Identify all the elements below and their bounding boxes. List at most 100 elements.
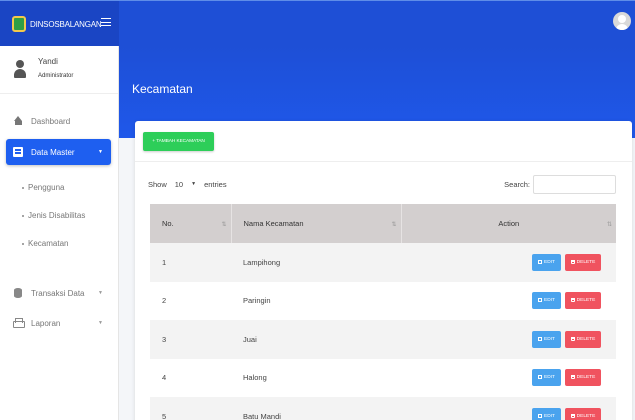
user-role: Administrator (38, 73, 74, 79)
row-kecamatan-name: Juai (243, 334, 257, 344)
row-number: 4 (162, 373, 167, 383)
delete-label: DELETE (576, 375, 596, 381)
column-header-nama-kecamatan[interactable]: Nama Kecamatan ⇅ (231, 204, 402, 243)
sort-icon: ⇅ (221, 222, 227, 228)
sidebar: Yandi Administrator Dashboard Data Maste… (0, 46, 119, 420)
row-number: 2 (162, 296, 167, 306)
delete-button[interactable]: DELETE (565, 369, 601, 387)
edit-label: EDIT (544, 375, 555, 381)
logo-icon (12, 16, 26, 32)
edit-label: EDIT (544, 336, 555, 342)
delete-label: DELETE (576, 336, 596, 342)
edit-label: EDIT (544, 298, 555, 304)
delete-label: DELETE (576, 298, 596, 304)
table-row: 1 Lampihong EDIT DELETE (150, 243, 616, 282)
caret-down-icon: ▼ (98, 290, 103, 296)
sidebar-item-transaksi-data[interactable]: Transaksi Data ▼ (6, 282, 111, 304)
user-name: Yandi (38, 57, 58, 66)
trash-icon (570, 413, 575, 418)
sidebar-item-label: Transaksi Data (31, 288, 85, 298)
column-header-label: Nama Kecamatan (243, 219, 304, 228)
row-kecamatan-name: Lampihong (243, 257, 281, 267)
trash-icon (570, 375, 575, 380)
entries-length-control: Show 10 ▼ entries (148, 178, 227, 190)
table-row: 4 Halong EDIT DELETE (150, 358, 616, 398)
column-header-label: No. (162, 219, 174, 228)
kecamatan-card: + TAMBAH KECAMATAN Show 10 ▼ entries Sea… (135, 121, 632, 420)
table-row: 2 Paringin EDIT DELETE (150, 281, 616, 321)
add-button-label: TAMBAH KECAMATAN (156, 139, 205, 144)
trash-icon (570, 298, 575, 303)
sidebar-item-dashboard[interactable]: Dashboard (6, 110, 111, 132)
column-header-label: Action (498, 219, 520, 228)
row-actions: EDIT DELETE (401, 282, 616, 321)
page-title: Kecamatan (132, 82, 193, 96)
entries-label: entries (204, 179, 227, 189)
user-panel: Yandi Administrator (0, 46, 118, 94)
sort-icon: ⇅ (606, 222, 612, 228)
trash-icon (570, 259, 575, 264)
edit-button[interactable]: EDIT (532, 253, 561, 271)
edit-button[interactable]: EDIT (532, 369, 561, 387)
row-actions: EDIT DELETE (401, 320, 616, 359)
bullet-icon (22, 186, 24, 189)
sidebar-subitem-label: Pengguna (28, 183, 65, 192)
edit-icon (538, 298, 543, 303)
home-icon (13, 116, 23, 126)
table-icon (13, 147, 23, 157)
chevron-down-icon: ▼ (191, 181, 197, 187)
edit-button[interactable]: EDIT (532, 292, 561, 310)
delete-button[interactable]: DELETE (565, 253, 601, 271)
column-header-action[interactable]: Action ⇅ (401, 204, 616, 243)
delete-button[interactable]: DELETE (565, 330, 601, 348)
sidebar-subitem-pengguna[interactable]: Pengguna (22, 183, 64, 192)
sidebar-item-laporan[interactable]: Laporan ▼ (6, 312, 111, 334)
kecamatan-table: No. ⇅ Nama Kecamatan ⇅ Action ⇅ 1 Lampihong… (150, 204, 616, 420)
caret-down-icon: ▼ (98, 149, 103, 155)
top-navbar: DINSOSBALANGAN (0, 0, 635, 47)
sidebar-item-label: Data Master (31, 147, 75, 157)
column-header-no[interactable]: No. ⇅ (150, 204, 232, 243)
sidebar-subitem-label: Jenis Disabilitas (28, 211, 86, 220)
search-input[interactable] (533, 175, 616, 194)
sidebar-item-label: Laporan (31, 318, 61, 328)
edit-button[interactable]: EDIT (532, 330, 561, 348)
delete-label: DELETE (576, 413, 596, 419)
row-kecamatan-name: Batu Mandi (243, 411, 281, 420)
sidebar-subitem-jenis-disabilitas[interactable]: Jenis Disabilitas (22, 211, 85, 220)
table-row: 3 Juai EDIT DELETE (150, 320, 616, 359)
sidebar-subitem-kecamatan[interactable]: Kecamatan (22, 239, 68, 248)
sidebar-item-data-master[interactable]: Data Master ▼ (6, 139, 111, 165)
row-number: 5 (162, 411, 167, 420)
table-row: 5 Batu Mandi EDIT DELETE (150, 397, 616, 420)
menu-toggle-icon[interactable] (101, 18, 111, 26)
user-avatar-icon[interactable] (613, 12, 631, 30)
edit-icon (538, 336, 543, 341)
edit-icon (538, 375, 543, 380)
search-control: Search: (504, 175, 616, 194)
row-number: 3 (162, 334, 167, 344)
bullet-icon (22, 242, 24, 245)
edit-label: EDIT (544, 259, 555, 265)
sidebar-item-label: Dashboard (31, 116, 71, 126)
brand-name: DINSOSBALANGAN (30, 19, 102, 29)
add-kecamatan-button[interactable]: + TAMBAH KECAMATAN (143, 132, 214, 151)
edit-button[interactable]: EDIT (532, 407, 561, 420)
search-label: Search: (504, 180, 530, 189)
row-actions: EDIT DELETE (401, 397, 616, 420)
delete-button[interactable]: DELETE (565, 407, 601, 420)
caret-down-icon: ▼ (98, 320, 103, 326)
delete-button[interactable]: DELETE (565, 292, 601, 310)
trash-icon (570, 336, 575, 341)
entries-select[interactable]: 10 ▼ (171, 178, 200, 190)
edit-label: EDIT (544, 413, 555, 419)
user-icon (14, 60, 26, 80)
database-icon (13, 288, 23, 298)
row-kecamatan-name: Halong (243, 373, 267, 383)
row-number: 1 (162, 257, 167, 267)
row-actions: EDIT DELETE (401, 243, 616, 282)
delete-label: DELETE (576, 259, 596, 265)
row-actions: EDIT DELETE (401, 359, 616, 398)
entries-value: 10 (174, 179, 184, 189)
table-header-row: No. ⇅ Nama Kecamatan ⇅ Action ⇅ (150, 204, 616, 243)
